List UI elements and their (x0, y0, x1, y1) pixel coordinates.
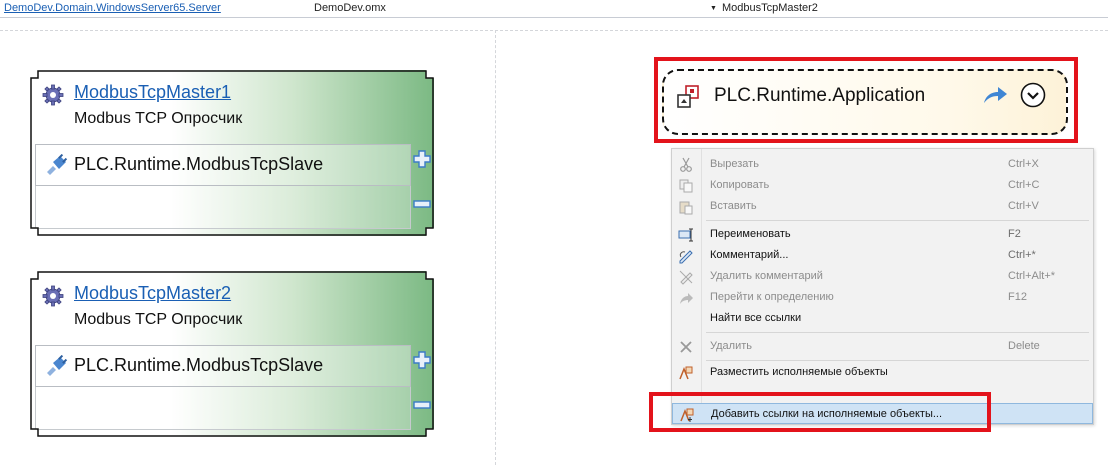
menu-item-add-links[interactable]: Добавить ссылки на исполняемые объекты..… (672, 403, 1093, 424)
menu-item-shortcut: Ctrl+* (1008, 249, 1036, 261)
menu-item-delete[interactable]: Удалить Delete (672, 336, 1093, 357)
menu-item-paste[interactable]: Вставить Ctrl+V (672, 196, 1093, 217)
menu-item-cut[interactable]: Вырезать Ctrl+X (672, 154, 1093, 175)
menu-item-label: Удалить (710, 340, 752, 352)
slave-item[interactable]: PLC.Runtime.ModbusTcpSlave (35, 144, 411, 186)
block-subtitle: Modbus TCP Опросчик (74, 110, 243, 127)
menu-item-shortcut: Ctrl+C (1008, 179, 1040, 191)
menu-item-shortcut: F12 (1008, 291, 1027, 303)
add-button[interactable] (413, 351, 431, 369)
gear-icon (42, 84, 64, 106)
menu-item-shortcut: F2 (1008, 228, 1021, 240)
server-link[interactable]: DemoDev.Domain.WindowsServer65.Server (4, 0, 221, 16)
plug-icon (47, 154, 68, 175)
modbus-master-block-2[interactable]: ModbusTcpMaster2 Modbus TCP Опросчик PLC… (30, 271, 434, 437)
remove-button[interactable] (413, 401, 431, 409)
object-dropdown-label: ModbusTcpMaster2 (721, 2, 818, 14)
menu-item-copy[interactable]: Копировать Ctrl+C (672, 175, 1093, 196)
horizontal-divider (0, 30, 1108, 31)
add-button[interactable] (413, 150, 431, 168)
top-bar: DemoDev.Domain.WindowsServer65.Server De… (0, 0, 1108, 18)
menu-separator (706, 332, 1089, 333)
gear-icon (42, 285, 64, 307)
menu-item-shortcut: Ctrl+X (1008, 158, 1039, 170)
slave-label: PLC.Runtime.ModbusTcpSlave (74, 355, 324, 375)
menu-item-label: Разместить исполняемые объекты (710, 366, 888, 378)
rename-icon (678, 228, 693, 242)
menu-item-rename[interactable]: Переименовать F2 (672, 224, 1093, 245)
vertical-divider (495, 30, 496, 465)
menu-item-label: Перейти к определению (710, 291, 834, 303)
dropdown-triangle-icon: ▼ (710, 5, 717, 12)
file-name: DemoDev.omx (314, 2, 386, 14)
paste-icon (679, 201, 693, 215)
menu-item-label: Комментарий... (710, 249, 789, 261)
modbus-master-block-1[interactable]: ModbusTcpMaster1 Modbus TCP Опросчик PLC… (30, 70, 434, 236)
menu-item-label: Добавить ссылки на исполняемые объекты..… (711, 408, 943, 420)
menu-item-label: Переименовать (710, 228, 791, 240)
copy-icon (679, 179, 693, 193)
menu-item-shortcut: Ctrl+V (1008, 200, 1039, 212)
add-links-icon (680, 408, 694, 422)
menu-separator (706, 220, 1089, 221)
menu-item-place-objects[interactable]: Разместить исполняемые объекты (672, 362, 1093, 383)
slave-empty-area (35, 387, 411, 430)
menu-item-shortcut: Delete (1008, 340, 1040, 352)
slave-label: PLC.Runtime.ModbusTcpSlave (74, 154, 324, 174)
menu-item-uncomment[interactable]: Удалить комментарий Ctrl+Alt+* (672, 266, 1093, 287)
plug-icon (47, 355, 68, 376)
menu-item-label: Вставить (710, 200, 757, 212)
menu-item-shortcut: Ctrl+Alt+* (1008, 270, 1056, 282)
arrow-forward-icon[interactable] (982, 85, 1008, 105)
scissors-icon (680, 157, 692, 172)
delete-icon (680, 341, 692, 353)
place-objects-icon (679, 366, 693, 380)
block-subtitle: Modbus TCP Опросчик (74, 311, 243, 328)
chevron-down-icon[interactable] (1020, 82, 1046, 108)
menu-item-find-references[interactable]: Найти все ссылки (672, 308, 1093, 329)
application-block[interactable]: PLC.Runtime.Application (662, 69, 1068, 135)
application-icon (677, 85, 699, 108)
menu-item-label: Удалить комментарий (710, 270, 823, 282)
remove-button[interactable] (413, 200, 431, 208)
context-menu: Вырезать Ctrl+X Копировать Ctrl+C Встави… (671, 148, 1094, 425)
menu-item-comment[interactable]: Комментарий... Ctrl+* (672, 245, 1093, 266)
comment-icon (679, 250, 693, 264)
slave-empty-area (35, 186, 411, 229)
menu-item-label: Вырезать (710, 158, 759, 170)
application-label: PLC.Runtime.Application (714, 85, 926, 106)
menu-item-goto-definition[interactable]: Перейти к определению F12 (672, 287, 1093, 308)
block-title[interactable]: ModbusTcpMaster2 (74, 283, 231, 304)
menu-separator (706, 360, 1089, 361)
block-title[interactable]: ModbusTcpMaster1 (74, 82, 231, 103)
uncomment-icon (679, 270, 693, 285)
menu-item-label: Найти все ссылки (710, 312, 802, 324)
object-dropdown[interactable]: ▼ ModbusTcpMaster2 (710, 0, 818, 17)
slave-item[interactable]: PLC.Runtime.ModbusTcpSlave (35, 345, 411, 387)
goto-icon (680, 293, 693, 304)
menu-item-label: Копировать (710, 179, 770, 191)
